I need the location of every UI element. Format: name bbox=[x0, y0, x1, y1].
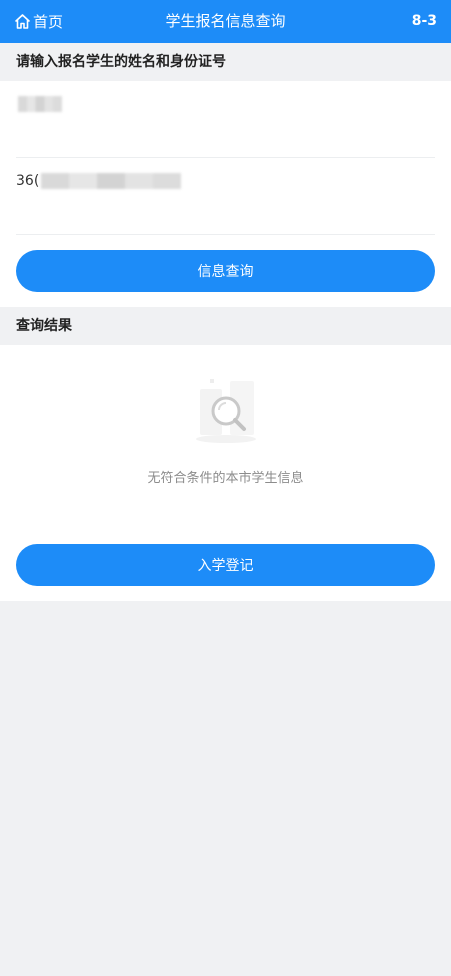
empty-message: 无符合条件的本市学生信息 bbox=[147, 471, 304, 486]
name-field-value bbox=[16, 96, 62, 112]
page-title: 学生报名信息查询 bbox=[165, 12, 286, 30]
form-panel: 36( 信息查询 bbox=[0, 81, 451, 307]
version-label: 8-3 bbox=[411, 13, 437, 29]
top-bar: 首页 学生报名信息查询 8-3 bbox=[0, 0, 451, 43]
empty-state bbox=[0, 375, 451, 451]
results-panel: 无符合条件的本市学生信息 入学登记 bbox=[0, 345, 451, 601]
id-number-field[interactable]: 36( bbox=[16, 158, 435, 235]
name-field[interactable] bbox=[16, 81, 435, 158]
masked-name bbox=[18, 96, 62, 112]
id-number-field-value: 36( bbox=[16, 173, 182, 189]
results-section-header: 查询结果 bbox=[0, 307, 451, 345]
form-section-header: 请输入报名学生的姓名和身份证号 bbox=[0, 43, 451, 81]
masked-id-number bbox=[41, 173, 182, 189]
query-button[interactable]: 信息查询 bbox=[16, 250, 435, 292]
search-empty-icon bbox=[186, 375, 266, 451]
register-button[interactable]: 入学登记 bbox=[16, 544, 435, 586]
